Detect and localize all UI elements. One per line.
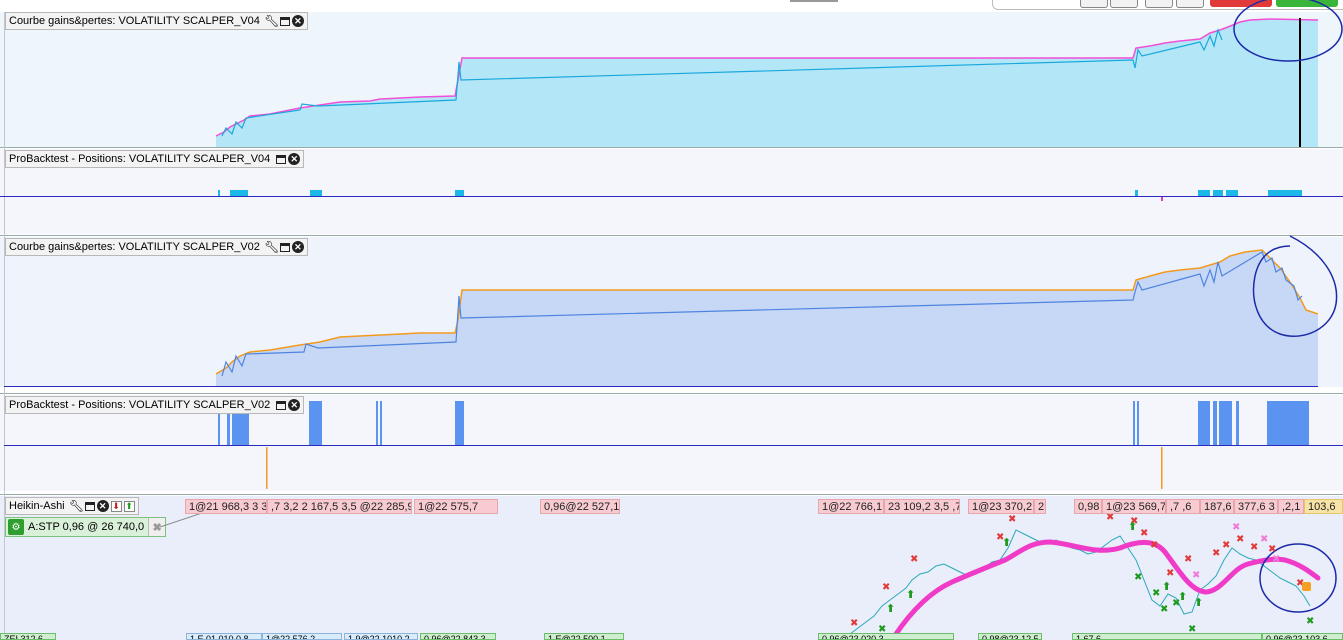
svg-text:✖: ✖ [850,618,858,629]
maximize-icon[interactable] [276,154,287,164]
svg-text:✖: ✖ [882,582,890,593]
maximize-icon[interactable] [84,501,95,511]
order-label[interactable]: ,7 ,6 [1166,499,1200,514]
order-label[interactable]: 1@22 766,1 [818,499,884,514]
order-label[interactable]: 103,6 [1304,499,1343,514]
svg-text:⬆: ⬆ [1128,520,1137,533]
svg-text:✖: ✖ [1212,548,1220,559]
charts-canvas: ✖✖✖✖ ✖ ✖ ✖✖ ✖✖✖✖ ✖✖✖ ✖ ✖ ✖✖✖✖ ✖✖✖ ⬆⬆⬆⬆ ⬆⬆ ⬆ … [0,0,1343,640]
order-label[interactable]: 187,6 [1200,499,1234,514]
close-icon[interactable]: ✕ [96,500,109,512]
bottom-order-label[interactable]: 0,96@23 020,3 [818,633,954,640]
order-label[interactable]: 2 [1034,499,1046,514]
order-label[interactable]: ,2,1 [1278,499,1304,514]
close-icon[interactable]: ✕ [291,15,304,27]
positions-v04-panel-title: ProBacktest - Positions: VOLATILITY SCAL… [5,150,305,168]
equity-v02-title-text: Courbe gains&pertes: VOLATILITY SCALPER_… [9,241,260,253]
price-title-text: Heikin-Ashi [9,500,65,512]
maximize-icon[interactable] [276,400,287,410]
svg-text:⬆: ⬆ [1162,580,1171,593]
svg-text:✖: ✖ [1250,542,1258,553]
bottom-order-label[interactable]: 0,96@23 103,6 [1262,633,1343,640]
svg-text:✖: ✖ [1272,554,1280,565]
svg-text:✖: ✖ [1160,604,1168,615]
svg-text:✖: ✖ [1150,540,1158,551]
stop-order-label: A:STP 0,96 @ 26 740,0 [28,521,145,533]
stop-order-tag[interactable]: ⚙ A:STP 0,96 @ 26 740,0 ✖ [5,517,167,537]
svg-text:✖: ✖ [1008,514,1016,525]
svg-text:✖: ✖ [1134,572,1142,583]
close-icon[interactable]: ✕ [288,399,301,411]
svg-text:✖: ✖ [1306,616,1314,627]
order-label[interactable]: 23 109,2 3,5 ,7 [884,499,960,514]
order-label[interactable]: 0,96@22 527,1 [540,499,620,514]
svg-text:✖: ✖ [1260,534,1268,545]
equity-v04-title-text: Courbe gains&pertes: VOLATILITY SCALPER_… [9,15,260,27]
wrench-icon[interactable]: 🔧︎ [264,241,279,253]
positions-v02-title-text: ProBacktest - Positions: VOLATILITY SCAL… [9,399,271,411]
svg-text:⬆: ⬆ [1178,590,1187,603]
positions-v04-title-text: ProBacktest - Positions: VOLATILITY SCAL… [9,153,271,165]
order-label[interactable]: 1@22 575,7 [414,499,498,514]
svg-text:✖: ✖ [1140,528,1148,539]
svg-text:✖: ✖ [1152,588,1160,599]
down-arrow-icon[interactable]: ⬇ [110,500,122,512]
svg-text:✖: ✖ [1222,540,1230,551]
svg-text:⬆: ⬆ [886,602,895,615]
svg-text:⬆: ⬆ [1194,596,1203,609]
close-icon[interactable]: ✕ [288,153,301,165]
wrench-icon[interactable]: 🔧︎ [264,15,279,27]
positions-v02-panel-title: ProBacktest - Positions: VOLATILITY SCAL… [5,396,305,414]
order-label[interactable]: 377,6 3 3 [1234,499,1278,514]
svg-text:✖: ✖ [1184,554,1192,565]
order-label[interactable]: 1@23 370,2 [968,499,1034,514]
svg-text:✖: ✖ [910,554,918,565]
maximize-icon[interactable] [279,16,290,26]
close-icon[interactable]: ✕ [291,241,304,253]
bottom-order-label[interactable]: 1 E@22 500,1 [544,633,624,640]
equity-v04-panel-title: Courbe gains&pertes: VOLATILITY SCALPER_… [5,12,308,30]
order-label[interactable]: 1@21 968,3 3 3 [185,499,267,514]
bottom-order-label[interactable]: ZEI 312.6 [0,633,56,640]
svg-text:✖: ✖ [1166,568,1174,579]
bottom-order-label[interactable]: 1@22 576,2 [262,633,342,640]
svg-text:✖: ✖ [1236,534,1244,545]
equity-v02-panel-title: Courbe gains&pertes: VOLATILITY SCALPER_… [5,238,308,256]
svg-text:⬆: ⬆ [906,588,915,601]
strategy-icon: ⚙ [8,519,24,535]
up-arrow-icon[interactable]: ⬆ [123,500,135,512]
bottom-order-label[interactable]: 1 E 01 010 0 8 [186,633,262,640]
bottom-order-label[interactable]: 0,96@22 843,3 [420,633,496,640]
price-panel-title: Heikin-Ashi 🔧︎ ✕ ⬇ ⬆ [5,497,139,515]
order-label[interactable]: 0,98 [1074,499,1102,514]
svg-text:✖: ✖ [1232,522,1240,533]
wrench-icon[interactable]: 🔧︎ [69,500,84,512]
maximize-icon[interactable] [279,242,290,252]
svg-text:✖: ✖ [1192,570,1200,581]
svg-text:⬆: ⬆ [1002,536,1011,549]
bottom-order-label[interactable]: 1 67,6 [1072,633,1262,640]
bottom-order-label[interactable]: 1,9@22 1010,2 [344,633,418,640]
bottom-order-label[interactable]: 0,98@23 12 5,2 [978,633,1042,640]
order-label[interactable]: 1@23 569,7 [1102,499,1166,514]
order-label[interactable]: ,7 3,2 2 167,5 3,5 @22 285,9 [267,499,412,514]
orange-marker [1302,582,1311,591]
